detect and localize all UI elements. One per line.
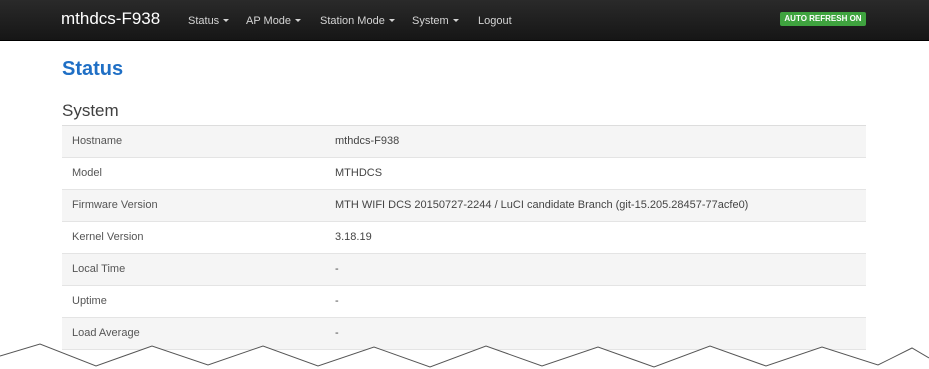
table-row: Hostname mthdcs-F938: [62, 126, 866, 158]
menu-logout-label: Logout: [478, 15, 512, 27]
chevron-down-icon: [223, 19, 230, 22]
table-row: Model MTHDCS: [62, 158, 866, 190]
menu-ap-mode[interactable]: AP Mode: [246, 15, 302, 27]
row-value: MTH WIFI DCS 20150727-2244 / LuCI candid…: [335, 199, 749, 211]
table-row: Uptime -: [62, 286, 866, 318]
menu-station-mode[interactable]: Station Mode: [320, 15, 395, 27]
chevron-down-icon: [452, 19, 459, 22]
table-row: Local Time -: [62, 254, 866, 286]
chevron-down-icon: [295, 19, 302, 22]
row-label: Kernel Version: [72, 231, 144, 243]
row-value: -: [335, 295, 339, 307]
section-title: System: [62, 101, 119, 120]
row-value: -: [335, 263, 339, 275]
torn-edge: [0, 343, 929, 369]
row-value: mthdcs-F938: [335, 135, 400, 147]
system-info-table: Hostname mthdcs-F938 Model MTHDCS Firmwa…: [62, 126, 866, 350]
table-row: Kernel Version 3.18.19: [62, 222, 866, 254]
row-label: Hostname: [72, 135, 123, 147]
row-label: Local Time: [72, 263, 126, 275]
menu-system[interactable]: System: [412, 15, 459, 27]
row-label: Model: [72, 167, 102, 179]
menu-ap-mode-label: AP Mode: [246, 15, 292, 27]
menu-status-label: Status: [188, 15, 220, 27]
menu-system-label: System: [412, 15, 449, 27]
menu-logout[interactable]: Logout: [478, 15, 512, 27]
table-row: Firmware Version MTH WIFI DCS 20150727-2…: [62, 190, 866, 222]
row-value: MTHDCS: [335, 167, 383, 179]
brand-hostname[interactable]: mthdcs-F938: [61, 9, 160, 29]
row-label: Firmware Version: [72, 199, 158, 211]
top-navbar: mthdcs-F938 Status AP Mode Station Mode …: [0, 0, 929, 41]
menu-status[interactable]: Status: [188, 15, 230, 27]
auto-refresh-toggle[interactable]: AUTO REFRESH ON: [780, 12, 866, 26]
row-value: 3.18.19: [335, 231, 372, 243]
chevron-down-icon: [388, 19, 395, 22]
page-title: Status: [62, 58, 124, 80]
menu-station-mode-label: Station Mode: [320, 15, 385, 27]
row-label: Uptime: [72, 295, 107, 307]
screenshot-frame: mthdcs-F938 Status AP Mode Station Mode …: [0, 0, 929, 369]
